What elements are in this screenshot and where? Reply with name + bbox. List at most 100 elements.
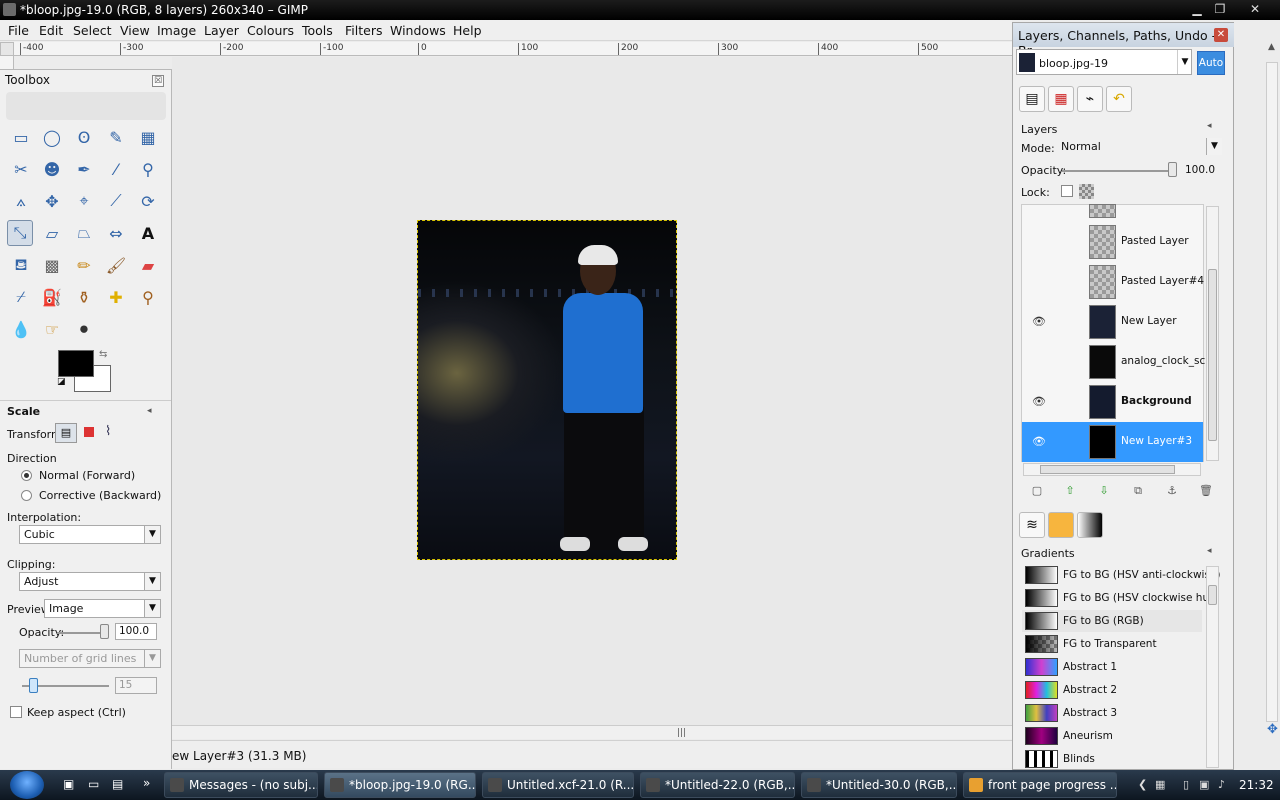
- gradient-item[interactable]: FG to BG (HSV clockwise hue): [1022, 587, 1220, 609]
- taskbar-button[interactable]: Untitled.xcf-21.0 (R...: [482, 772, 634, 798]
- channels-tab-icon[interactable]: ▦: [1048, 86, 1074, 112]
- gradient-item[interactable]: Aneurism: [1022, 725, 1202, 747]
- navigate-icon[interactable]: ▲: [1268, 42, 1275, 52]
- paths-tool-icon[interactable]: ✒: [71, 156, 97, 182]
- duplicate-layer-icon[interactable]: ⧉: [1130, 484, 1146, 498]
- clone-tool-icon[interactable]: ⚱: [71, 284, 97, 310]
- pencil-tool-icon[interactable]: ✏: [71, 252, 97, 278]
- blur-sharpen-tool-icon[interactable]: 💧: [8, 316, 34, 342]
- layers-vertical-scrollbar[interactable]: [1206, 206, 1219, 461]
- close-button[interactable]: ✕: [1244, 1, 1266, 18]
- canvas-vertical-scrollbar[interactable]: [1266, 62, 1278, 722]
- eye-icon[interactable]: 👁: [1032, 435, 1046, 448]
- swap-colors-icon[interactable]: ⇆: [99, 349, 107, 360]
- transform-path-icon[interactable]: ⌇: [105, 424, 111, 439]
- gradient-item[interactable]: Abstract 2: [1022, 679, 1202, 701]
- layer-row-selected[interactable]: 👁 New Layer#3: [1022, 422, 1203, 462]
- image-canvas[interactable]: [417, 220, 677, 560]
- taskbar-button[interactable]: Messages - (no subj...: [164, 772, 318, 798]
- show-desktop-icon[interactable]: ▣: [63, 777, 74, 791]
- patterns-tab-icon[interactable]: [1048, 512, 1074, 538]
- fuzzy-select-tool-icon[interactable]: ✎: [103, 124, 129, 150]
- layer-row[interactable]: analog_clock_scr-2: [1022, 342, 1219, 382]
- heal-tool-icon[interactable]: ✚: [103, 284, 129, 310]
- menu-colours[interactable]: Colours: [247, 23, 294, 38]
- anchor-layer-icon[interactable]: ⚓: [1164, 484, 1180, 498]
- volume-icon[interactable]: ♪: [1218, 778, 1225, 791]
- direction-corrective-radio[interactable]: [21, 490, 32, 501]
- zoom-tool-icon[interactable]: ⚲: [135, 156, 161, 182]
- crop-tool-icon[interactable]: ⟋: [103, 188, 129, 214]
- brushes-tab-icon[interactable]: ≋: [1019, 512, 1045, 538]
- panel-menu-icon[interactable]: ◂: [1207, 546, 1212, 556]
- lock-alpha-icon[interactable]: [1079, 184, 1094, 199]
- layer-opacity-slider-track[interactable]: [1062, 170, 1174, 172]
- opacity-slider-knob[interactable]: [100, 624, 109, 639]
- image-selector[interactable]: bloop.jpg-19 ▼: [1016, 49, 1192, 75]
- rotate-tool-icon[interactable]: ⟳: [135, 188, 161, 214]
- menu-edit[interactable]: Edit: [39, 23, 63, 38]
- tray-expand-icon[interactable]: ❮: [1138, 778, 1147, 791]
- gradients-tab-icon[interactable]: [1077, 512, 1103, 538]
- scrollbar-thumb[interactable]: [1040, 465, 1175, 474]
- mode-select[interactable]: Normal ▼: [1057, 138, 1222, 157]
- gradient-item[interactable]: FG to Transparent: [1022, 633, 1202, 655]
- quick-launch-icon[interactable]: ▤: [112, 777, 123, 791]
- taskbar-button[interactable]: *Untitled-30.0 (RGB,...: [801, 772, 957, 798]
- canvas-horizontal-scrollbar[interactable]: |||: [172, 725, 1012, 739]
- new-layer-icon[interactable]: ▢: [1029, 484, 1045, 498]
- flip-tool-icon[interactable]: ⇔: [103, 220, 129, 246]
- tray-app-icon[interactable]: ▯: [1183, 778, 1189, 791]
- airbrush-tool-icon[interactable]: ⌿: [8, 284, 34, 310]
- scissors-tool-icon[interactable]: ✂: [8, 156, 34, 182]
- layer-row[interactable]: 👁 Background: [1022, 382, 1203, 422]
- preview-select[interactable]: Image ▼: [44, 599, 161, 618]
- wilber-drop-area[interactable]: [6, 92, 166, 120]
- panel-menu-icon[interactable]: ◂: [1207, 121, 1212, 131]
- keep-aspect-checkbox[interactable]: [10, 706, 22, 718]
- opacity-spinbox[interactable]: 100.0: [115, 623, 157, 640]
- layer-opacity-slider-knob[interactable]: [1168, 162, 1177, 177]
- grid-lines-select[interactable]: Number of grid lines ▼: [19, 649, 161, 668]
- grid-slider-knob[interactable]: [29, 678, 38, 693]
- ellipse-select-tool-icon[interactable]: ◯: [39, 124, 65, 150]
- layers-horizontal-scrollbar[interactable]: [1023, 463, 1201, 476]
- align-tool-icon[interactable]: ⌖: [71, 188, 97, 214]
- gradients-vertical-scrollbar[interactable]: [1206, 566, 1219, 768]
- move-tool-icon[interactable]: ✥: [39, 188, 65, 214]
- perspective-clone-tool-icon[interactable]: ⚲: [135, 284, 161, 310]
- taskbar-button[interactable]: *Untitled-22.0 (RGB,...: [640, 772, 795, 798]
- minimize-button[interactable]: ▁: [1186, 1, 1208, 18]
- layer-opacity-value[interactable]: 100.0: [1185, 164, 1215, 176]
- eye-icon[interactable]: 👁: [1032, 395, 1046, 408]
- ruler-corner-button[interactable]: [0, 42, 14, 56]
- gradient-item-selected[interactable]: FG to BG (RGB): [1022, 610, 1202, 632]
- maximize-button[interactable]: ❐: [1209, 1, 1231, 18]
- taskbar-button-active[interactable]: *bloop.jpg-19.0 (RG...: [324, 772, 476, 798]
- foreground-select-tool-icon[interactable]: ☻: [39, 156, 65, 182]
- rect-select-tool-icon[interactable]: ▭: [8, 124, 34, 150]
- layer-row[interactable]: 👁 New Layer: [1022, 302, 1203, 342]
- start-button[interactable]: [10, 771, 44, 799]
- menu-layer[interactable]: Layer: [204, 23, 239, 38]
- tray-app-icon[interactable]: ▣: [1199, 778, 1209, 791]
- undo-tab-icon[interactable]: ↶: [1106, 86, 1132, 112]
- menu-view[interactable]: View: [120, 23, 150, 38]
- layer-row[interactable]: Pasted Layer#4: [1022, 262, 1204, 302]
- tray-app-icon[interactable]: ▦: [1155, 778, 1165, 791]
- menu-image[interactable]: Image: [157, 23, 196, 38]
- perspective-tool-icon[interactable]: ⏢: [71, 220, 97, 246]
- clock[interactable]: 21:32: [1239, 778, 1274, 792]
- transform-selection-icon[interactable]: [84, 427, 94, 437]
- menu-select[interactable]: Select: [73, 23, 112, 38]
- eraser-tool-icon[interactable]: ▰: [135, 252, 161, 278]
- quick-launch-icon[interactable]: ▭: [88, 777, 99, 791]
- select-by-color-tool-icon[interactable]: ▦: [135, 124, 161, 150]
- clipping-select[interactable]: Adjust ▼: [19, 572, 161, 591]
- scrollbar-thumb[interactable]: [1208, 269, 1217, 441]
- lock-pixels-checkbox[interactable]: [1061, 185, 1073, 197]
- auto-button[interactable]: Auto: [1197, 51, 1225, 75]
- quick-launch-overflow[interactable]: »: [143, 776, 150, 790]
- navigate-move-icon[interactable]: ✥: [1267, 722, 1278, 737]
- scrollbar-thumb[interactable]: [1208, 585, 1217, 605]
